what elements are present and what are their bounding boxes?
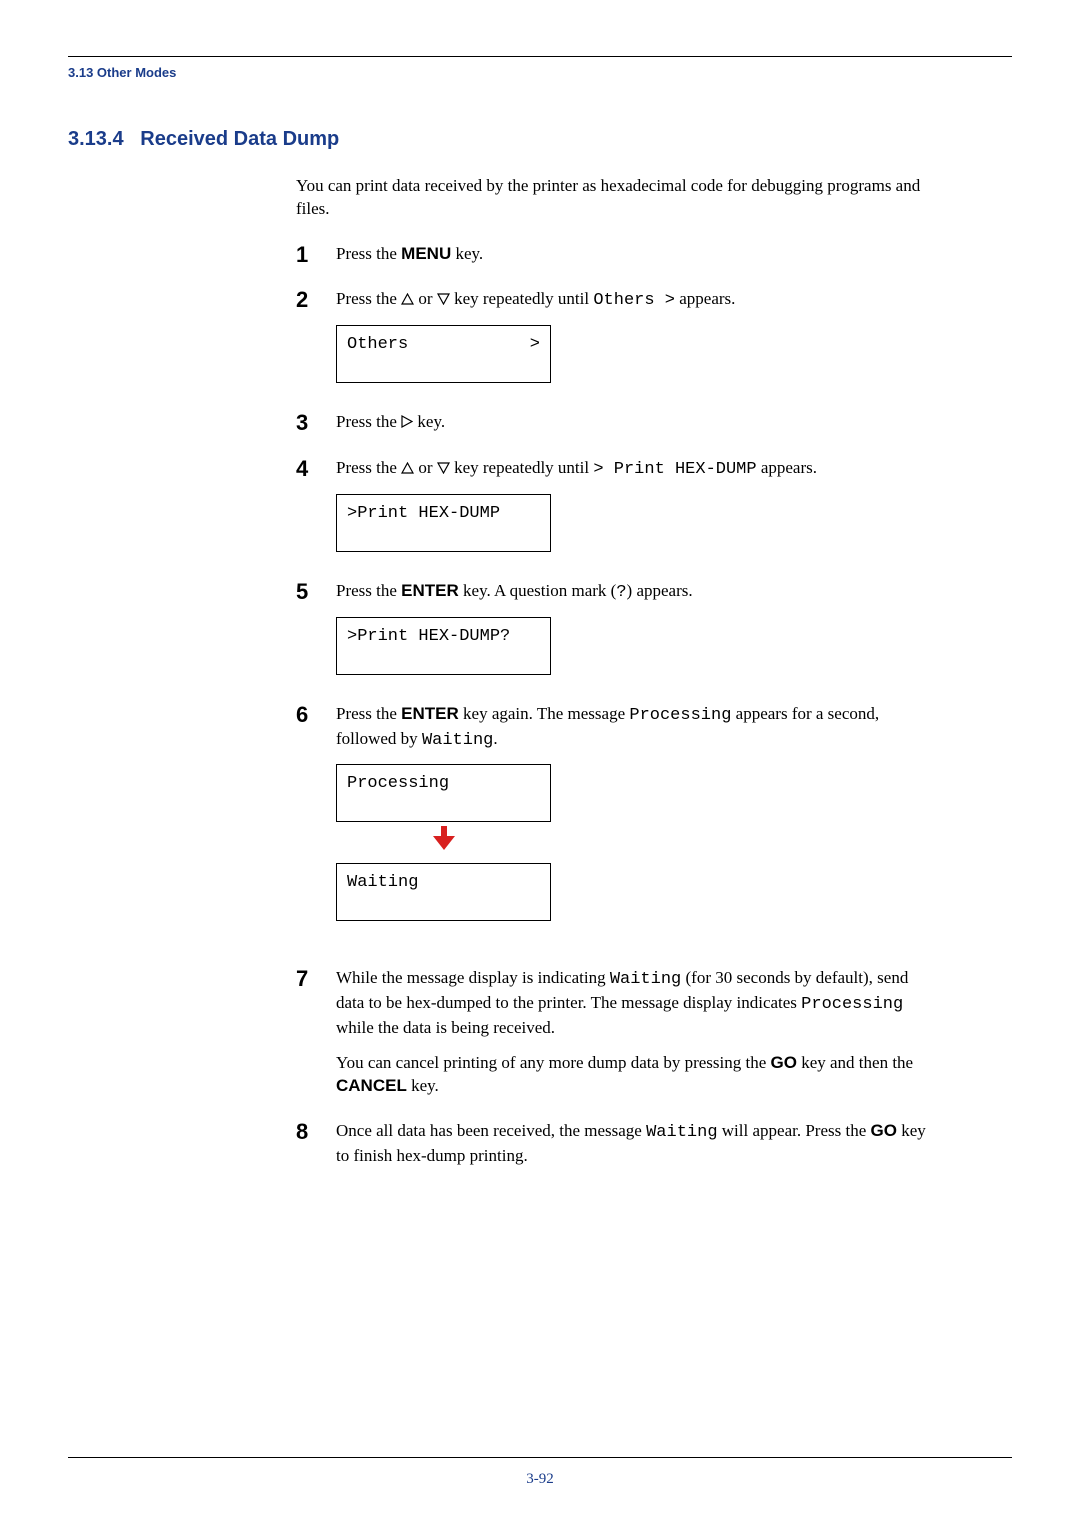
key-go: GO	[771, 1053, 797, 1072]
step-8: 8 Once all data has been received, the m…	[296, 1120, 936, 1180]
lcd-transition: Processing Waiting	[336, 764, 936, 921]
section-heading: 3.13.4 Received Data Dump	[68, 128, 1012, 151]
step-number: 2	[296, 288, 336, 312]
mono-text: Waiting	[422, 731, 493, 750]
content-column: You can print data received by the print…	[296, 175, 936, 1180]
step-6: 6 Press the ENTER key again. The message…	[296, 703, 936, 940]
key-go: GO	[871, 1121, 897, 1140]
step-2: 2 Press the or key repeatedly until Othe…	[296, 288, 936, 401]
mono-text: Processing	[801, 995, 903, 1014]
mono-text: ?	[616, 583, 626, 602]
rule-bottom	[68, 1457, 1012, 1458]
key-enter: ENTER	[401, 704, 459, 723]
lcd-text: >Print HEX-DUMP?	[347, 626, 510, 649]
lcd-display: >Print HEX-DUMP	[336, 494, 551, 552]
step-number: 8	[296, 1120, 336, 1144]
running-head: 3.13 Other Modes	[68, 65, 1012, 80]
step-number: 3	[296, 411, 336, 435]
mono-text: Waiting	[646, 1123, 717, 1142]
text: While the message display is indicating	[336, 968, 610, 987]
text: Press the	[336, 289, 401, 308]
text: key and then the	[797, 1053, 913, 1072]
step-body: While the message display is indicating …	[336, 967, 936, 1110]
text: .	[493, 729, 497, 748]
lcd-text-left: Others	[347, 334, 408, 357]
text: appears.	[757, 458, 817, 477]
step-number: 1	[296, 243, 336, 267]
key-menu: MENU	[401, 244, 451, 263]
text: Press the	[336, 458, 401, 477]
step-number: 5	[296, 580, 336, 604]
triangle-right-icon	[401, 412, 413, 435]
text: or	[414, 458, 437, 477]
text: will appear. Press the	[718, 1121, 871, 1140]
text: key.	[413, 412, 445, 431]
step-body: Press the ENTER key. A question mark (?)…	[336, 580, 936, 693]
triangle-down-icon	[437, 458, 450, 481]
triangle-down-icon	[437, 289, 450, 312]
triangle-up-icon	[401, 289, 414, 312]
intro-paragraph: You can print data received by the print…	[296, 175, 936, 221]
lcd-text: Waiting	[347, 872, 418, 895]
lcd-text: Processing	[347, 773, 449, 796]
step-number: 7	[296, 967, 336, 991]
key-cancel: CANCEL	[336, 1076, 407, 1095]
mono-text: Waiting	[610, 970, 681, 989]
text: Press the	[336, 704, 401, 723]
text: key repeatedly until	[450, 458, 594, 477]
lcd-text-right: >	[530, 334, 540, 357]
text: Once all data has been received, the mes…	[336, 1121, 646, 1140]
text: key. A question mark (	[459, 581, 617, 600]
text: key repeatedly until	[450, 289, 594, 308]
step-5: 5 Press the ENTER key. A question mark (…	[296, 580, 936, 693]
text: You can cancel printing of any more dump…	[336, 1053, 771, 1072]
page-number: 3-92	[0, 1471, 1080, 1488]
lcd-display: Waiting	[336, 863, 551, 921]
section-title: Received Data Dump	[140, 128, 339, 150]
text: or	[414, 289, 437, 308]
step-1: 1 Press the MENU key.	[296, 243, 936, 278]
step-body: Press the MENU key.	[336, 243, 936, 278]
text: ) appears.	[627, 581, 693, 600]
arrow-down-icon	[336, 822, 551, 863]
text: Press the	[336, 412, 401, 431]
lcd-display: Others >	[336, 325, 551, 383]
section-number: 3.13.4	[68, 128, 124, 150]
step-7: 7 While the message display is indicatin…	[296, 967, 936, 1110]
text: while the data is being received.	[336, 1018, 555, 1037]
mono-text: > Print HEX-DUMP	[593, 460, 756, 479]
text: key again. The message	[459, 704, 630, 723]
triangle-up-icon	[401, 458, 414, 481]
text: Press the	[336, 581, 401, 600]
mono-text: Processing	[629, 706, 731, 725]
text: key.	[451, 244, 483, 263]
step-body: Press the or key repeatedly until Others…	[336, 288, 936, 401]
key-enter: ENTER	[401, 581, 459, 600]
step-body: Press the or key repeatedly until > Prin…	[336, 457, 936, 570]
lcd-display: Processing	[336, 764, 551, 822]
lcd-display: >Print HEX-DUMP?	[336, 617, 551, 675]
step-3: 3 Press the key.	[296, 411, 936, 447]
lcd-text: >Print HEX-DUMP	[347, 503, 500, 526]
step-body: Once all data has been received, the mes…	[336, 1120, 936, 1180]
text: key.	[407, 1076, 439, 1095]
rule-top	[68, 56, 1012, 57]
text: appears.	[675, 289, 735, 308]
step-body: Press the key.	[336, 411, 936, 447]
step-4: 4 Press the or key repeatedly until > Pr…	[296, 457, 936, 570]
step-number: 6	[296, 703, 336, 727]
text: Press the	[336, 244, 401, 263]
step-number: 4	[296, 457, 336, 481]
step-body: Press the ENTER key again. The message P…	[336, 703, 936, 940]
mono-text: Others >	[593, 291, 675, 310]
